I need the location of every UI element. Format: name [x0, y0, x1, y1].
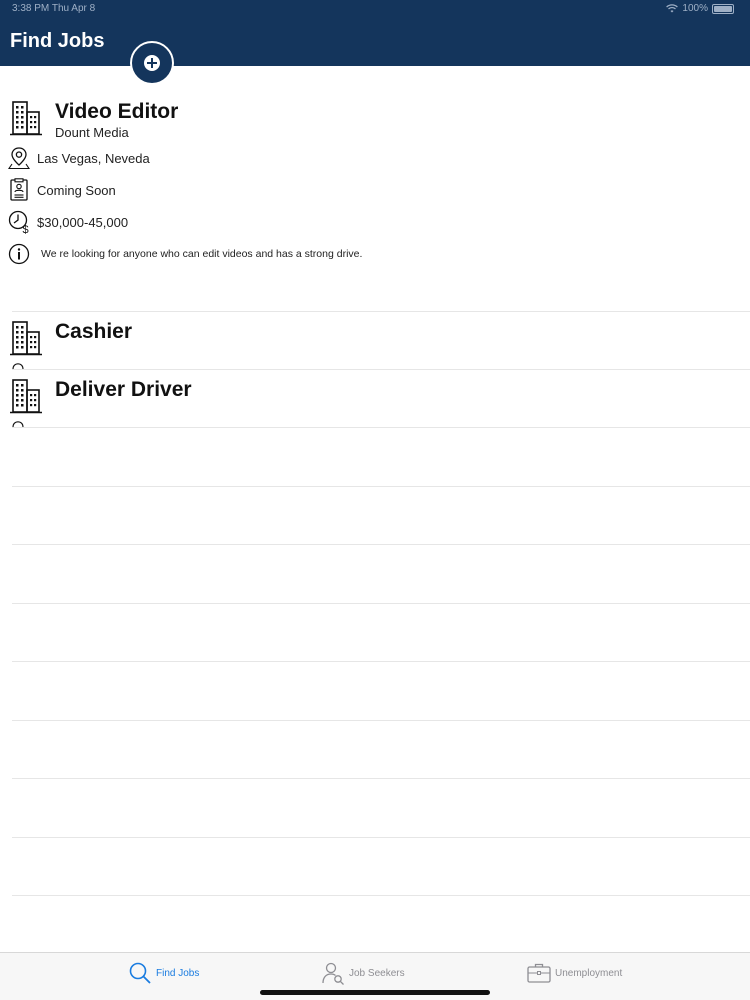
- list-separator: [12, 544, 750, 545]
- tab-find-jobs[interactable]: Find Jobs: [128, 959, 199, 987]
- status-time: 3:38 PM Thu Apr 8: [12, 3, 96, 14]
- list-separator: [12, 895, 750, 896]
- job-title: Video Editor: [55, 100, 179, 123]
- clipboard-badge-icon: [10, 178, 28, 201]
- tab-label: Find Jobs: [156, 967, 200, 979]
- svg-text:$: $: [23, 224, 29, 234]
- person-search-icon: [322, 962, 344, 985]
- search-icon: [129, 962, 151, 984]
- tab-label: Unemployment: [555, 967, 623, 979]
- job-title: Deliver Driver: [55, 378, 192, 401]
- list-separator: [12, 486, 750, 487]
- location-pin-icon: [8, 147, 30, 170]
- add-job-button[interactable]: [130, 41, 174, 85]
- list-separator: [12, 778, 750, 779]
- job-salary: $30,000-45,000: [37, 214, 129, 230]
- status-row: Coming Soon: [8, 178, 116, 202]
- wifi-icon: [666, 4, 679, 13]
- list-separator: [12, 720, 750, 721]
- list-separator: [12, 603, 750, 604]
- job-card[interactable]: Video Editor Dount Media Las Vegas, Neve…: [0, 96, 750, 310]
- info-circle-icon: [8, 243, 30, 265]
- home-indicator: [260, 990, 490, 995]
- battery-icon: [712, 3, 734, 14]
- list-separator: [12, 427, 750, 428]
- company-name: Dount Media: [55, 125, 129, 140]
- job-status: Coming Soon: [37, 182, 116, 198]
- navigation-header: 3:38 PM Thu Apr 8 100% Find Jobs: [0, 0, 750, 66]
- battery-percent: 100%: [682, 3, 708, 14]
- building-icon: [10, 379, 42, 414]
- briefcase-icon: [527, 963, 551, 983]
- list-separator: [12, 837, 750, 838]
- status-battery: 100%: [666, 3, 734, 14]
- plus-circle-icon: [144, 55, 160, 71]
- salary-row: $ $30,000-45,000: [8, 210, 128, 234]
- tab-job-seekers[interactable]: Job Seekers: [321, 959, 405, 987]
- page-title: Find Jobs: [10, 30, 105, 52]
- job-title: Cashier: [55, 320, 133, 343]
- tab-unemployment[interactable]: Unemployment: [527, 959, 622, 987]
- job-location: Las Vegas, Neveda: [37, 150, 150, 166]
- location-row: Las Vegas, Neveda: [8, 146, 150, 170]
- job-card[interactable]: Deliver Driver: [0, 370, 750, 427]
- clock-dollar-icon: $: [8, 210, 29, 234]
- description-row: We re looking for anyone who can edit vi…: [8, 242, 362, 266]
- tab-label: Job Seekers: [349, 967, 405, 979]
- building-icon: [10, 101, 42, 136]
- job-card[interactable]: Cashier: [0, 312, 750, 369]
- building-icon: [10, 321, 42, 356]
- list-separator: [12, 661, 750, 662]
- status-bar: 3:38 PM Thu Apr 8 100%: [0, 0, 750, 18]
- job-description: We re looking for anyone who can edit vi…: [41, 248, 363, 260]
